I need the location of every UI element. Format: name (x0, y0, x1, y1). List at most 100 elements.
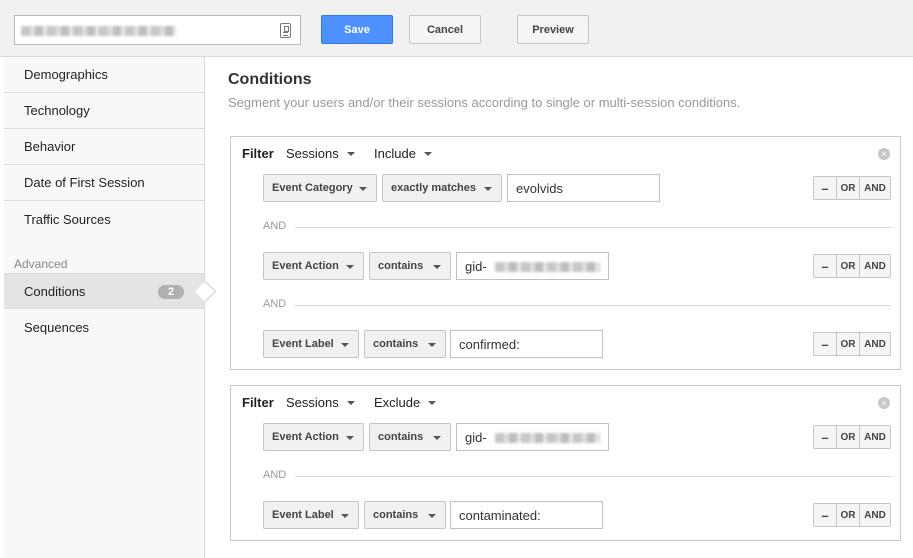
remove-condition-button[interactable]: – (814, 504, 837, 526)
separator-line (295, 476, 891, 477)
sidebar-item-label: Behavior (24, 139, 76, 154)
sidebar-item-label: Traffic Sources (24, 211, 111, 227)
and-separator-label: AND (263, 220, 287, 232)
sidebar-item-label: Technology (24, 103, 90, 118)
sidebar-item-behavior[interactable]: Behavior (4, 129, 204, 165)
dimension-value: Event Label (272, 509, 334, 521)
condition-controls: – OR AND (813, 425, 891, 449)
sidebar-item-label: Demographics (24, 67, 108, 82)
segment-sidebar: Demographics Technology Behavior Date of… (4, 57, 205, 558)
condition-controls: – OR AND (813, 503, 891, 527)
chevron-down-icon (433, 265, 441, 269)
condition-value-input[interactable]: gid- (456, 252, 609, 280)
chevron-down-icon (346, 436, 354, 440)
and-button[interactable]: AND (860, 504, 890, 526)
remove-filter-icon[interactable]: × (878, 397, 890, 409)
or-button[interactable]: OR (837, 333, 860, 355)
remove-condition-button[interactable]: – (814, 177, 837, 199)
filter-label: Filter (242, 146, 274, 161)
filter-group: Filter Sessions Exclude × Event Action c… (230, 385, 901, 541)
filter-mode-dropdown[interactable]: Exclude (374, 395, 437, 410)
dimension-select[interactable]: Event Label (263, 330, 359, 358)
filter-mode-value: Exclude (374, 395, 421, 410)
separator-line (295, 227, 891, 228)
condition-count-badge: 2 (158, 285, 184, 299)
operator-select[interactable]: contains (364, 501, 446, 529)
condition-controls: – OR AND (813, 332, 891, 356)
clipboard-icon[interactable] (280, 23, 291, 38)
page-title: Conditions (228, 71, 312, 88)
redacted-value (495, 262, 600, 272)
condition-value: confirmed: (459, 336, 520, 352)
operator-value: contains (373, 509, 419, 521)
remove-filter-icon[interactable]: × (878, 148, 890, 160)
or-button[interactable]: OR (837, 504, 860, 526)
and-button[interactable]: AND (860, 333, 890, 355)
condition-value-input[interactable]: gid- (456, 423, 609, 451)
dimension-value: Event Action (272, 431, 339, 443)
condition-controls: – OR AND (813, 176, 891, 200)
and-separator-label: AND (263, 469, 287, 481)
dimension-value: Event Action (272, 260, 339, 272)
dimension-select[interactable]: Event Label (263, 501, 359, 529)
filter-mode-dropdown[interactable]: Include (374, 146, 432, 161)
chevron-down-icon (346, 400, 355, 405)
cancel-button[interactable]: Cancel (409, 15, 481, 44)
filter-mode-value: Include (374, 146, 416, 161)
remove-condition-button[interactable]: – (814, 333, 837, 355)
sidebar-item-traffic-sources[interactable]: Traffic Sources (4, 201, 204, 237)
and-separator-label: AND (263, 298, 287, 310)
chevron-down-icon (423, 151, 432, 156)
sidebar-item-sequences[interactable]: Sequences (4, 309, 204, 345)
sidebar-item-technology[interactable]: Technology (4, 93, 204, 129)
separator-line (295, 305, 891, 306)
sidebar-item-conditions[interactable]: Conditions 2 (4, 273, 204, 309)
sidebar-item-demographics[interactable]: Demographics (4, 57, 204, 93)
chevron-down-icon (428, 514, 436, 518)
chevron-down-icon (341, 514, 349, 518)
operator-select[interactable]: contains (364, 330, 446, 358)
remove-condition-button[interactable]: – (814, 426, 837, 448)
operator-select[interactable]: contains (369, 252, 451, 280)
sidebar-item-label: Sequences (24, 319, 90, 335)
condition-value-input[interactable]: evolvids (507, 174, 660, 202)
and-button[interactable]: AND (860, 255, 890, 277)
chevron-down-icon (428, 343, 436, 347)
dimension-select[interactable]: Event Action (263, 252, 364, 280)
segment-name-input[interactable] (14, 15, 301, 45)
dimension-value: Event Category (272, 182, 353, 194)
chevron-down-icon (346, 265, 354, 269)
remove-condition-button[interactable]: – (814, 255, 837, 277)
and-button[interactable]: AND (860, 426, 890, 448)
or-button[interactable]: OR (837, 426, 860, 448)
dimension-select[interactable]: Event Category (263, 174, 377, 202)
page-description: Segment your users and/or their sessions… (228, 95, 741, 110)
sidebar-item-label: Date of First Session (24, 175, 145, 190)
chevron-down-icon (433, 436, 441, 440)
preview-button[interactable]: Preview (517, 15, 589, 44)
condition-controls: – OR AND (813, 254, 891, 278)
condition-value: evolvids (516, 180, 563, 196)
filter-group: Filter Sessions Include × Event Category… (230, 136, 901, 370)
operator-select[interactable]: contains (369, 423, 451, 451)
operator-select[interactable]: exactly matches (382, 174, 502, 202)
save-button[interactable]: Save (321, 15, 393, 44)
and-button[interactable]: AND (860, 177, 890, 199)
and-separator: AND (263, 298, 891, 312)
chevron-down-icon (484, 187, 492, 191)
filter-label: Filter (242, 395, 274, 410)
operator-value: exactly matches (391, 182, 476, 194)
sidebar-item-date-of-first-session[interactable]: Date of First Session (4, 165, 204, 201)
dimension-value: Event Label (272, 338, 334, 350)
or-button[interactable]: OR (837, 177, 860, 199)
dimension-select[interactable]: Event Action (263, 423, 364, 451)
chevron-down-icon (359, 187, 367, 191)
filter-scope-dropdown[interactable]: Sessions (286, 146, 355, 161)
condition-value-input[interactable]: contaminated: (450, 501, 603, 529)
condition-value-input[interactable]: confirmed: (450, 330, 603, 358)
condition-value: gid- (465, 429, 487, 445)
redacted-value (495, 433, 600, 443)
operator-value: contains (378, 260, 424, 272)
or-button[interactable]: OR (837, 255, 860, 277)
filter-scope-dropdown[interactable]: Sessions (286, 395, 355, 410)
